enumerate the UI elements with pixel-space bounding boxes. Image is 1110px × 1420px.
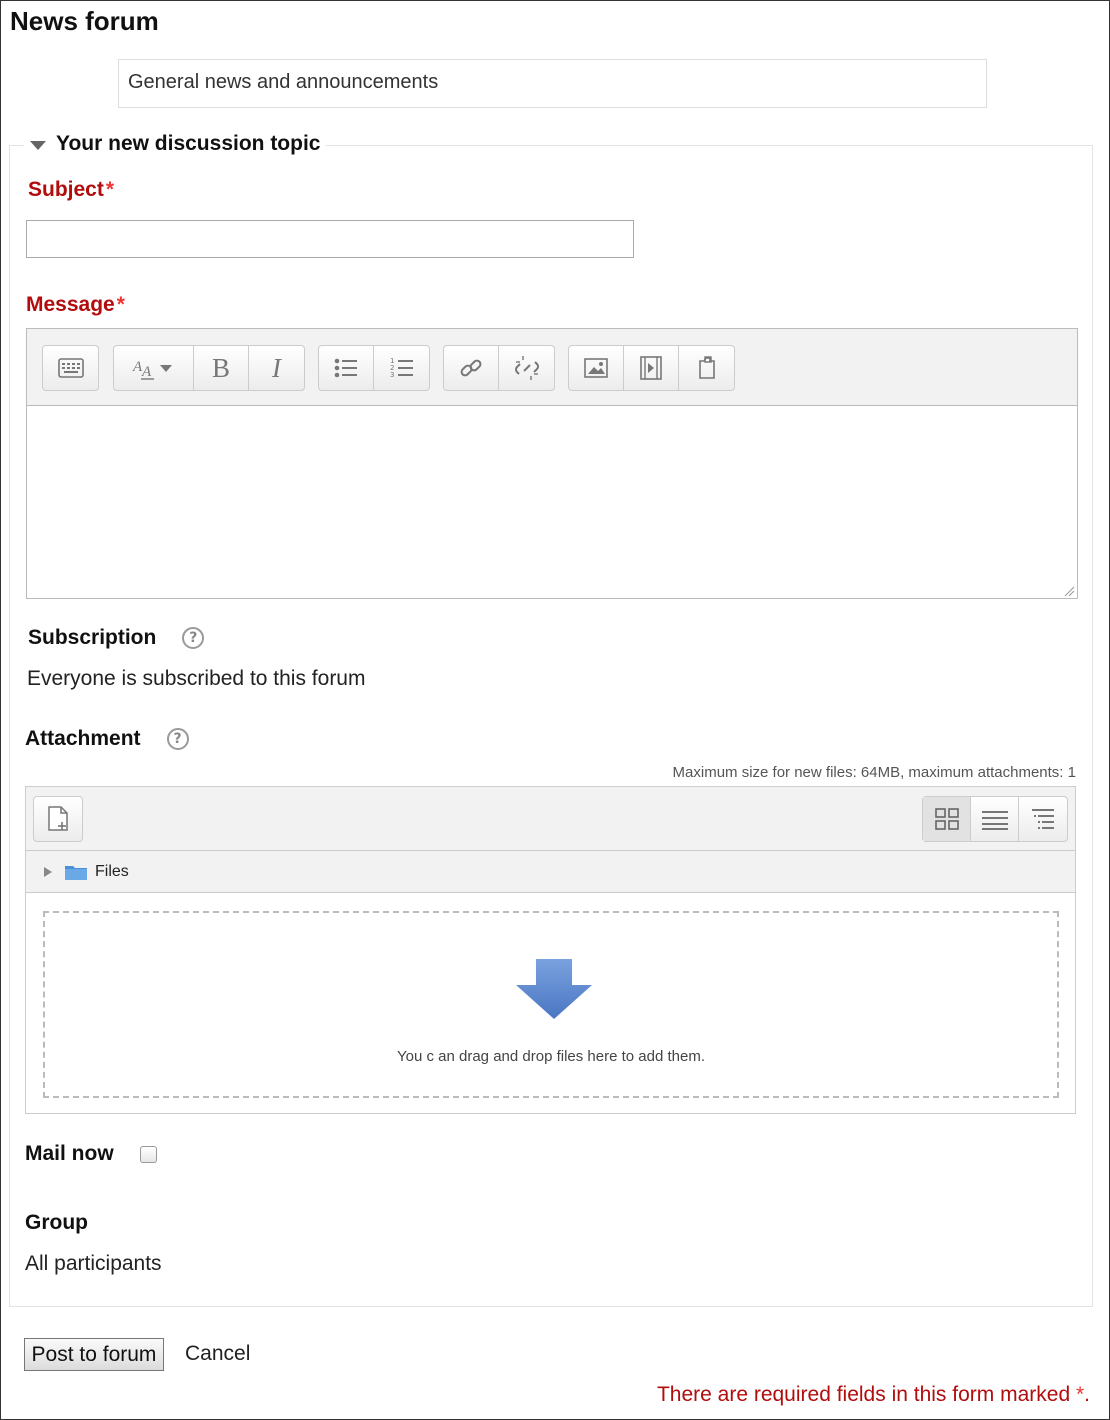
file-drop-zone[interactable]: You c an drag and drop files here to add… — [43, 911, 1059, 1098]
view-switcher — [922, 796, 1068, 842]
manage-files-icon[interactable] — [679, 346, 734, 390]
cancel-button[interactable]: Cancel — [185, 1342, 250, 1366]
folder-label: Files — [95, 862, 129, 880]
subject-input[interactable] — [26, 220, 634, 258]
folder-icon — [65, 865, 87, 880]
required-fields-note: There are required fields in this form m… — [656, 1383, 1090, 1406]
group-value: All participants — [25, 1252, 162, 1275]
discussion-fieldset — [9, 145, 1093, 1307]
file-manager-toolbar — [26, 787, 1075, 851]
folder-path[interactable]: Files — [26, 851, 1075, 893]
expand-triangle-icon[interactable] — [44, 866, 52, 877]
svg-text:A: A — [141, 364, 152, 380]
list-view-icon — [981, 811, 1008, 830]
drop-instructions: You c an drag and drop files here to add… — [397, 1048, 705, 1065]
numbered-list-icon[interactable]: 123 — [374, 346, 429, 390]
forum-intro: General news and announcements — [118, 59, 987, 108]
drop-arrow-icon — [516, 959, 592, 1019]
grid-view-icon — [934, 808, 959, 830]
tree-view-button[interactable] — [1019, 797, 1067, 841]
required-star: * — [105, 178, 115, 201]
add-file-button[interactable] — [33, 796, 83, 842]
bold-icon[interactable]: B — [194, 346, 249, 390]
help-icon[interactable]: ? — [182, 627, 205, 649]
icon-view-button[interactable] — [923, 797, 971, 841]
italic-icon[interactable]: I — [249, 346, 304, 390]
group-label: Group — [25, 1211, 88, 1234]
legend-text: Your new discussion topic — [56, 132, 321, 155]
help-icon[interactable]: ? — [166, 728, 189, 750]
toolbar-toggle-icon[interactable] — [43, 346, 98, 390]
subject-label: Subject * — [28, 178, 115, 201]
message-editor: AA B I 123 — [26, 328, 1078, 599]
collapse-triangle-icon[interactable] — [30, 140, 46, 150]
svg-text:3: 3 — [390, 371, 394, 379]
bullet-list-icon[interactable] — [319, 346, 374, 390]
image-icon[interactable] — [569, 346, 624, 390]
toolbar-group-lists: 123 — [318, 345, 430, 391]
max-size-note: Maximum size for new files: 64MB, maximu… — [672, 764, 1076, 781]
mail-now-checkbox[interactable] — [139, 1145, 157, 1163]
attachment-label: Attachment ? — [25, 727, 189, 751]
subscription-label: Subscription ? — [28, 626, 205, 650]
tree-view-icon — [1032, 809, 1054, 829]
list-view-button[interactable] — [971, 797, 1019, 841]
resize-grip-icon[interactable] — [1063, 585, 1075, 597]
unlink-icon[interactable] — [499, 346, 554, 390]
mail-now-label: Mail now — [25, 1142, 157, 1166]
subscription-value: Everyone is subscribed to this forum — [27, 667, 366, 690]
toolbar-group-format: AA B I — [113, 345, 305, 391]
toolbar-group-toggle — [42, 345, 99, 391]
message-label: Message * — [26, 293, 125, 316]
font-style-icon[interactable]: AA — [114, 346, 194, 390]
media-icon[interactable] — [624, 346, 679, 390]
toolbar-group-media — [568, 345, 735, 391]
post-to-forum-button[interactable]: Post to forum — [24, 1338, 164, 1371]
file-manager: Files You c an drag and drop files here … — [25, 786, 1076, 1114]
editor-toolbar: AA B I 123 — [27, 329, 1077, 406]
add-file-icon — [48, 806, 68, 831]
link-icon[interactable] — [444, 346, 499, 390]
required-star: * — [1075, 1383, 1085, 1406]
required-star: * — [116, 293, 125, 316]
fieldset-legend[interactable]: Your new discussion topic — [24, 132, 327, 156]
page-title: News forum — [10, 6, 159, 36]
toolbar-group-links — [443, 345, 555, 391]
message-textarea[interactable] — [27, 406, 1077, 599]
